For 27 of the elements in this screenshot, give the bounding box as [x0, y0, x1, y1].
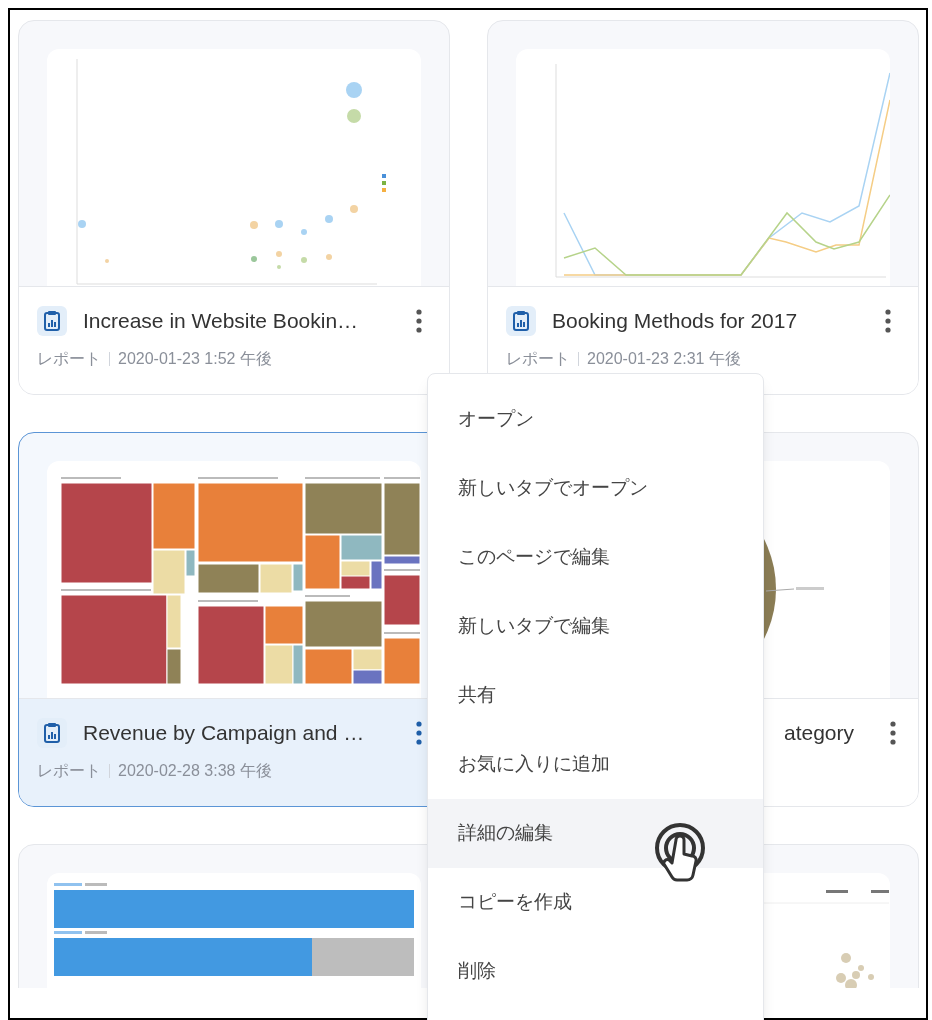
report-icon [506, 305, 536, 336]
more-icon [416, 308, 422, 333]
report-type: レポート [37, 348, 101, 369]
report-card[interactable]: Booking Methods for 2017 レポート 2020-01-23 2:31 午後 [487, 20, 919, 395]
report-title: Increase in Website Bookin… [83, 308, 359, 334]
menu-item[interactable]: 削除 [428, 937, 763, 1006]
menu-item[interactable]: オープン [428, 385, 763, 454]
more-icon [885, 308, 891, 333]
report-card[interactable]: Increase in Website Bookin… レポート 2020-01-23 1:52 午後 [18, 20, 450, 395]
menu-item[interactable]: 新しいタブで編集 [428, 592, 763, 661]
more-icon [416, 720, 422, 745]
menu-item[interactable]: このページで編集 [428, 523, 763, 592]
menu-item[interactable]: 詳細の編集 [428, 799, 763, 868]
menu-item[interactable]: お気に入りに追加 [428, 730, 763, 799]
report-title: ategory [784, 720, 855, 746]
menu-item[interactable]: 共有 [428, 661, 763, 730]
more-icon [890, 720, 896, 745]
report-icon [37, 305, 67, 336]
menu-item[interactable]: 新しいタブでオープン [428, 454, 763, 523]
report-date: 2020-01-23 1:52 午後 [118, 348, 272, 369]
menu-item[interactable]: コピーを作成 [428, 868, 763, 937]
report-type: レポート [37, 760, 101, 781]
report-title: Revenue by Campaign and … [83, 720, 365, 746]
report-date: 2020-01-23 2:31 午後 [587, 348, 741, 369]
report-type: レポート [506, 348, 570, 369]
report-title: Booking Methods for 2017 [552, 308, 798, 334]
report-date: 2020-02-28 3:38 午後 [118, 760, 272, 781]
